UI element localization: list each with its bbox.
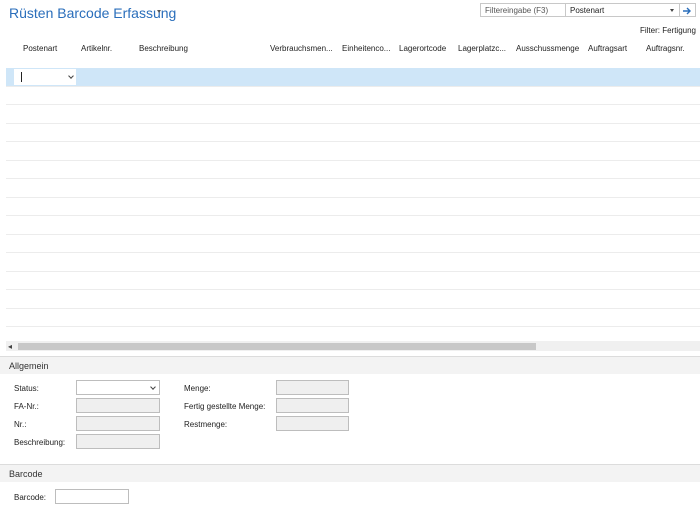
table-row[interactable] [6,161,700,179]
table-row[interactable] [6,105,700,124]
nr-field [76,416,160,431]
column-header-ausschussmenge[interactable]: Ausschussmenge [516,44,579,53]
grid-body [6,68,700,340]
arrow-right-icon [683,7,691,15]
page-title: Rüsten Barcode Erfassung [9,5,177,21]
table-row[interactable] [6,179,700,198]
table-row[interactable] [6,68,700,87]
column-header-lagerplatzcode[interactable]: Lagerplatzc... [458,44,506,53]
menge-label: Menge: [184,384,211,393]
column-header-artikelnr[interactable]: Artikelnr. [81,44,112,53]
beschreibung-label: Beschreibung: [14,438,66,447]
table-row[interactable] [6,272,700,290]
beschreibung-field [76,434,160,449]
grid-header: Postenart Artikelnr. Beschreibung Verbra… [0,44,700,58]
filter-field-value: Postenart [570,6,605,15]
status-select[interactable] [76,380,160,395]
restmenge-field [276,416,349,431]
filter-input[interactable]: Filtereingabe (F3) [480,3,565,17]
postenart-cell-editor[interactable] [14,69,76,85]
table-row[interactable] [6,142,700,161]
section-barcode-header[interactable]: Barcode [0,464,700,482]
menge-field [276,380,349,395]
chevron-down-icon [150,384,156,390]
restmenge-label: Restmenge: [184,420,228,429]
table-row[interactable] [6,290,700,309]
text-cursor [21,72,22,82]
title-dropdown-icon[interactable] [157,10,161,13]
fa-nr-label: FA-Nr.: [14,402,39,411]
barcode-label: Barcode: [14,493,47,502]
table-row[interactable] [6,309,700,327]
table-row[interactable] [6,235,700,253]
status-label: Status: [14,384,39,393]
filter-status-text: Filter: Fertigung [639,26,696,35]
table-row[interactable] [6,253,700,272]
chevron-down-icon[interactable] [68,73,74,79]
column-header-auftragsart[interactable]: Auftragsart [588,44,627,53]
table-row[interactable] [6,198,700,216]
column-header-postenart[interactable]: Postenart [23,44,57,53]
scroll-left-icon[interactable]: ◂ [8,342,12,351]
barcode-input[interactable] [55,489,129,504]
fertig-gestellte-menge-label: Fertig gestellte Menge: [184,402,266,411]
chevron-down-icon [670,9,674,12]
table-row[interactable] [6,216,700,235]
table-row[interactable] [6,124,700,142]
fa-nr-field [76,398,160,413]
column-header-beschreibung[interactable]: Beschreibung [139,44,188,53]
column-header-auftragsnr[interactable]: Auftragsnr. [646,44,685,53]
filter-field-select[interactable]: Postenart [565,3,680,17]
column-header-lagerortcode[interactable]: Lagerortcode [399,44,446,53]
section-allgemein-header[interactable]: Allgemein [0,356,700,374]
horizontal-scrollbar[interactable]: ◂ [6,341,700,351]
filter-apply-button[interactable] [680,3,696,17]
scrollbar-thumb[interactable] [18,343,536,350]
nr-label: Nr.: [14,420,27,429]
column-header-einheitencode[interactable]: Einheitenco... [342,44,390,53]
column-header-verbrauchsmenge[interactable]: Verbrauchsmen... [270,44,333,53]
table-row[interactable] [6,87,700,105]
fertig-gestellte-menge-field [276,398,349,413]
